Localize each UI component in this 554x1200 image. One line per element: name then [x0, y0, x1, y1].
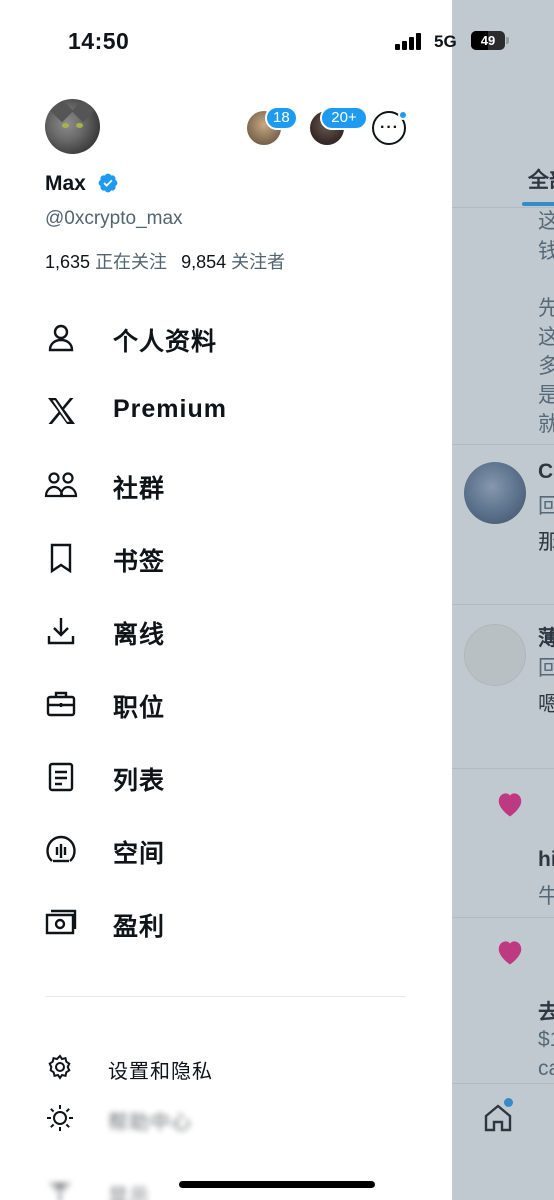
menu-item-label: 列表	[113, 767, 166, 795]
menu-item-label: 显示	[108, 1186, 150, 1200]
notification-dot	[398, 110, 408, 120]
account-notification-badge: 20+	[320, 106, 368, 130]
menu-item-label: 盈利	[113, 913, 166, 941]
menu-divider	[45, 996, 406, 997]
following-link[interactable]: 1,635 正在关注	[45, 252, 167, 272]
menu-item-label: 职位	[113, 694, 166, 722]
menu-item-label: 帮助中心	[108, 1112, 192, 1134]
signal-icon	[395, 33, 425, 50]
x-logo-icon	[48, 398, 75, 424]
menu-item-label: 社群	[113, 475, 166, 503]
display-icon	[50, 1182, 70, 1200]
profile-handle: @0xcrypto_max	[45, 208, 183, 229]
home-indicator[interactable]	[179, 1181, 375, 1188]
menu-item-label: 离线	[113, 621, 166, 649]
followers-link[interactable]: 9,854 关注者	[181, 252, 285, 272]
followers-label: 关注者	[231, 252, 286, 272]
battery-icon: 49	[471, 31, 509, 50]
battery-level: 49	[480, 33, 496, 48]
menu-item-label: 个人资料	[113, 328, 218, 356]
status-bar: 14:50 5G 49	[0, 0, 554, 84]
menu-item-label: 空间	[113, 840, 166, 868]
follow-stats: 1,635 正在关注 9,854 关注者	[45, 248, 285, 274]
menu-item-lists[interactable]: 列表	[0, 749, 452, 805]
menu-item-profile[interactable]: 个人资料	[0, 310, 452, 366]
menu-item-bookmarks[interactable]: 书签	[0, 530, 452, 586]
menu-item-communities[interactable]: 社群	[0, 457, 452, 513]
ellipsis-icon: ···	[380, 119, 399, 136]
profile-avatar[interactable]	[45, 99, 100, 154]
download-icon	[47, 618, 75, 645]
side-drawer: 18 20+ ··· Max @0xcrypto_max 1,635 正在关注 9…	[0, 0, 452, 1200]
followers-count: 9,854	[181, 252, 227, 272]
drawer-scrim[interactable]	[452, 0, 554, 1200]
following-count: 1,635	[45, 252, 91, 272]
menu-item-premium[interactable]: Premium	[0, 383, 452, 439]
following-label: 正在关注	[95, 252, 168, 272]
bookmark-icon	[50, 543, 72, 574]
monetization-icon	[45, 909, 77, 935]
account-notification-badge: 18	[265, 106, 298, 130]
person-icon	[48, 324, 74, 352]
more-accounts-button[interactable]: ···	[372, 110, 408, 145]
menu-item-monetization[interactable]: 盈利	[0, 895, 452, 951]
menu-item-label: Premium	[113, 395, 227, 423]
status-time: 14:50	[68, 28, 130, 54]
network-label: 5G	[434, 32, 457, 51]
briefcase-icon	[46, 691, 76, 717]
menu-item-help-center[interactable]: 帮助中心	[0, 1096, 452, 1140]
menu-item-jobs[interactable]: 职位	[0, 676, 452, 732]
spaces-icon	[46, 835, 76, 863]
menu-item-offline[interactable]: 离线	[0, 603, 452, 659]
communities-icon	[44, 472, 78, 498]
menu-item-label: 设置和隐私	[108, 1061, 213, 1083]
profile-name[interactable]: Max	[45, 172, 86, 196]
gear-icon	[48, 1054, 71, 1080]
menu-item-label: 书签	[113, 548, 166, 576]
sun-icon	[47, 1105, 73, 1131]
list-icon	[48, 762, 74, 792]
verified-badge-icon	[98, 173, 118, 193]
menu-item-settings-privacy[interactable]: 设置和隐私	[0, 1045, 452, 1089]
menu-item-spaces[interactable]: 空间	[0, 822, 452, 878]
